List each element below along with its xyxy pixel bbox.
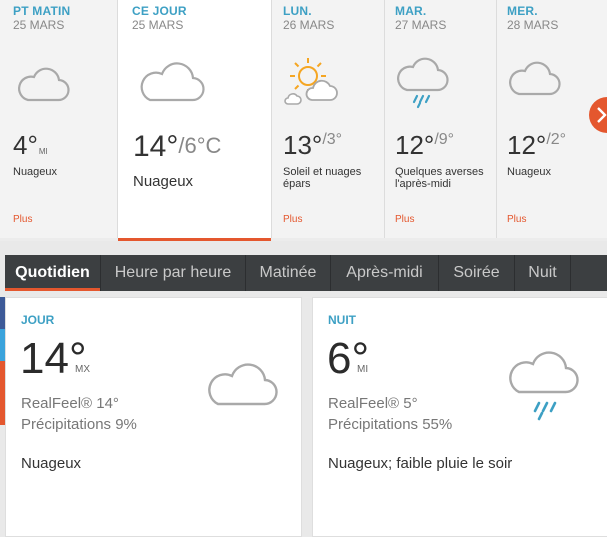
forecast-temp-low: /9° xyxy=(434,131,455,148)
tab-label: Après-midi xyxy=(346,264,423,281)
forecast-condition: Nuageux xyxy=(133,173,194,190)
tab-label: Quotidien xyxy=(15,264,90,281)
forecast-condition: Quelques averses l'après-midi xyxy=(395,166,484,190)
forecast-condition: Soleil et nuages épars xyxy=(283,166,362,190)
forecast-day-date: 27 MARS xyxy=(395,18,447,32)
forecast-day-name: LUN. xyxy=(283,4,312,18)
sun-cloud-icon xyxy=(284,58,338,105)
forecast-day-name: CE JOUR xyxy=(132,4,187,18)
tab-label: Heure par heure xyxy=(114,264,232,281)
tab-soiree[interactable]: Soirée xyxy=(439,255,515,291)
card-realfeel: RealFeel® 5° xyxy=(328,395,418,412)
tab-label: Soirée xyxy=(453,264,500,281)
cloud-icon xyxy=(208,363,278,406)
tab-label: Matinée xyxy=(259,264,317,281)
tab-matinee[interactable]: Matinée xyxy=(246,255,331,291)
forecast-temp: 12°/2° xyxy=(507,130,566,161)
forecast-temp-low: /6°C xyxy=(178,133,222,158)
active-indicator xyxy=(118,238,271,241)
card-precipitation: Précipitations 55% xyxy=(328,416,453,433)
night-card: NUIT 6° MI RealFeel® 5° Précipitations 5… xyxy=(312,297,607,537)
day-card: JOUR 14° MX RealFeel® 14° Précipitations… xyxy=(5,297,302,537)
card-label: NUIT xyxy=(328,313,356,327)
forecast-temp-high: 12° xyxy=(507,130,547,160)
more-link[interactable]: Plus xyxy=(395,214,414,225)
forecast-day-name: MAR. xyxy=(395,4,427,18)
cloud-icon xyxy=(509,61,561,96)
tab-quotidien[interactable]: Quotidien xyxy=(5,255,101,291)
tab-nuit[interactable]: Nuit xyxy=(515,255,571,291)
more-link[interactable]: Plus xyxy=(283,214,302,225)
card-realfeel: RealFeel® 14° xyxy=(21,395,119,412)
card-precipitation: Précipitations 9% xyxy=(21,416,137,433)
forecast-temp-unit: MI xyxy=(38,147,48,156)
forecast-temp-high: 12° xyxy=(395,130,435,160)
forecast-condition: Nuageux xyxy=(13,166,58,178)
forecast-temp-high: 13° xyxy=(283,130,323,160)
cloud-rain-icon xyxy=(397,57,449,109)
chevron-right-icon xyxy=(597,107,607,123)
forecast-day-date: 28 MARS xyxy=(507,18,559,32)
forecast-day-name: PT MATIN xyxy=(13,4,71,18)
forecast-temp-low: /2° xyxy=(546,131,567,148)
card-temp-unit: MX xyxy=(75,364,90,375)
card-label: JOUR xyxy=(21,313,55,327)
card-temp: 14° xyxy=(20,334,87,383)
forecast-day-date: 26 MARS xyxy=(283,18,335,32)
cloud-icon xyxy=(140,62,205,102)
card-description: Nuageux; faible pluie le soir xyxy=(328,455,513,472)
card-description: Nuageux xyxy=(21,455,82,472)
forecast-temp-high: 4° xyxy=(13,130,38,160)
card-temp-unit: MI xyxy=(357,364,369,375)
active-tab-indicator xyxy=(5,288,100,291)
forecast-temp: 14°/6°C xyxy=(133,130,221,164)
forecast-day-pt-matin[interactable]: PT MATIN 25 MARS 4°MI Nuageux Plus xyxy=(0,0,118,238)
cloud-icon xyxy=(18,67,70,102)
tab-label: Nuit xyxy=(528,264,557,281)
tab-apres-midi[interactable]: Après-midi xyxy=(331,255,439,291)
card-temp: 6° xyxy=(327,334,370,383)
forecast-temp-low: /3° xyxy=(322,131,343,148)
forecast-day-date: 25 MARS xyxy=(132,18,184,32)
cloud-rain-icon xyxy=(509,351,579,421)
forecast-day-mar[interactable]: MAR. 27 MARS 12°/9° Quelques averses l'a… xyxy=(385,0,497,238)
forecast-temp: 4°MI xyxy=(13,130,48,161)
forecast-temp-high: 14° xyxy=(133,130,179,163)
period-tabs: Quotidien Heure par heure Matinée Après-… xyxy=(5,255,607,291)
forecast-condition: Nuageux xyxy=(507,166,552,178)
tab-heure-par-heure[interactable]: Heure par heure xyxy=(101,255,246,291)
forecast-day-ce-jour[interactable]: CE JOUR 25 MARS 14°/6°C Nuageux xyxy=(118,0,272,241)
forecast-day-name: MER. xyxy=(507,4,538,18)
forecast-strip: PT MATIN 25 MARS 4°MI Nuageux Plus CE JO… xyxy=(0,0,607,241)
forecast-day-date: 25 MARS xyxy=(13,18,65,32)
forecast-temp: 13°/3° xyxy=(283,130,342,161)
forecast-temp: 12°/9° xyxy=(395,130,454,161)
more-link[interactable]: Plus xyxy=(507,214,526,225)
more-link[interactable]: Plus xyxy=(13,214,32,225)
forecast-day-lun[interactable]: LUN. 26 MARS 13°/3° Soleil et nuages épa… xyxy=(272,0,385,238)
